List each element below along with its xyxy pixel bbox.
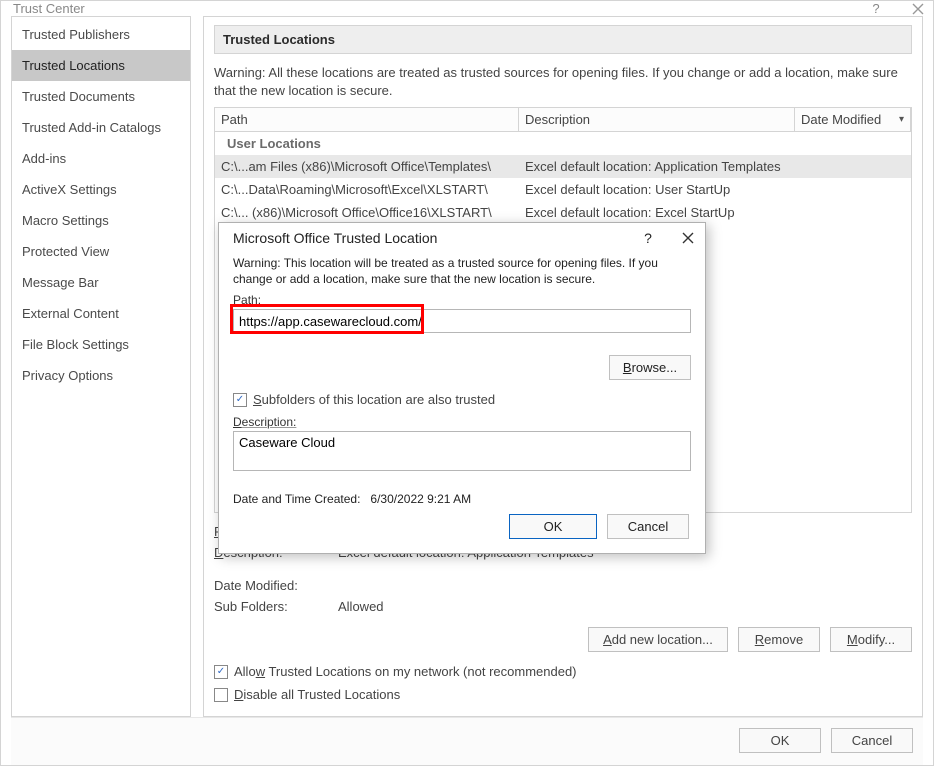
description-label: Description:: [233, 415, 691, 429]
detail-date-label: Date Modified:: [214, 578, 322, 593]
panel-warning: Warning: All these locations are treated…: [214, 54, 912, 107]
dialog-title: Microsoft Office Trusted Location: [233, 230, 437, 246]
col-path[interactable]: Path: [215, 108, 519, 132]
table-row[interactable]: C:\...am Files (x86)\Microsoft Office\Te…: [215, 155, 911, 178]
sidebar-item-file-block-settings[interactable]: File Block Settings: [12, 329, 190, 360]
disable-all-checkbox-row[interactable]: Disable all Trusted Locations: [214, 683, 912, 706]
date-time-label: Date and Time Created:: [233, 492, 360, 506]
subfolders-checkbox-row[interactable]: ✓ Subfolders of this location are also t…: [233, 388, 691, 411]
close-icon[interactable]: [911, 2, 925, 16]
modify-button[interactable]: Modify...: [830, 627, 912, 652]
date-time-value: 6/30/2022 9:21 AM: [370, 492, 471, 506]
sidebar-item-protected-view[interactable]: Protected View: [12, 236, 190, 267]
sidebar-item-privacy-options[interactable]: Privacy Options: [12, 360, 190, 391]
checkbox-icon: ✓: [214, 665, 228, 679]
checkbox-icon: [214, 688, 228, 702]
detail-sub-label: Sub Folders:: [214, 599, 322, 614]
sidebar-item-activex-settings[interactable]: ActiveX Settings: [12, 174, 190, 205]
path-input[interactable]: [233, 309, 691, 333]
trusted-location-dialog: Microsoft Office Trusted Location ? Warn…: [218, 222, 706, 554]
col-description[interactable]: Description: [519, 108, 795, 132]
date-time-row: Date and Time Created: 6/30/2022 9:21 AM: [233, 492, 691, 506]
window-buttons: OK Cancel: [11, 717, 923, 765]
sidebar-item-trusted-locations[interactable]: Trusted Locations: [12, 50, 190, 81]
col-date-modified[interactable]: Date Modified ▾: [795, 108, 911, 132]
help-icon[interactable]: ?: [869, 2, 883, 16]
table-row[interactable]: C:\...Data\Roaming\Microsoft\Excel\XLSTA…: [215, 178, 911, 201]
chevron-down-icon: ▾: [899, 114, 904, 125]
checkbox-icon: ✓: [233, 393, 247, 407]
group-user-locations: User Locations: [215, 132, 911, 155]
dialog-ok-button[interactable]: OK: [509, 514, 597, 539]
browse-button[interactable]: Browse...: [609, 355, 691, 380]
sidebar-item-trusted-documents[interactable]: Trusted Documents: [12, 81, 190, 112]
sidebar-item-message-bar[interactable]: Message Bar: [12, 267, 190, 298]
ok-button[interactable]: OK: [739, 728, 821, 753]
path-label: Path:: [233, 293, 691, 307]
add-new-location-button[interactable]: Add new location...: [588, 627, 728, 652]
detail-sub-value: Allowed: [338, 599, 384, 614]
help-icon[interactable]: ?: [641, 231, 655, 245]
sidebar-item-trusted-publishers[interactable]: Trusted Publishers: [12, 19, 190, 50]
window-title: Trust Center: [13, 1, 85, 16]
dialog-titlebar: Microsoft Office Trusted Location ?: [219, 223, 705, 253]
sidebar-item-add-ins[interactable]: Add-ins: [12, 143, 190, 174]
sidebar-item-external-content[interactable]: External Content: [12, 298, 190, 329]
titlebar: Trust Center ?: [1, 1, 933, 16]
panel-heading: Trusted Locations: [214, 25, 912, 54]
allow-network-checkbox-row[interactable]: ✓ Allow Trusted Locations on my network …: [214, 660, 912, 683]
dialog-cancel-button[interactable]: Cancel: [607, 514, 689, 539]
sidebar-item-macro-settings[interactable]: Macro Settings: [12, 205, 190, 236]
dialog-warning: Warning: This location will be treated a…: [233, 255, 691, 287]
table-row[interactable]: C:\... (x86)\Microsoft Office\Office16\X…: [215, 201, 911, 224]
nav-sidebar: Trusted Publishers Trusted Locations Tru…: [11, 16, 191, 717]
close-icon[interactable]: [681, 231, 695, 245]
description-input[interactable]: [233, 431, 691, 471]
remove-button[interactable]: Remove: [738, 627, 820, 652]
sidebar-item-trusted-addin-catalogs[interactable]: Trusted Add-in Catalogs: [12, 112, 190, 143]
cancel-button[interactable]: Cancel: [831, 728, 913, 753]
